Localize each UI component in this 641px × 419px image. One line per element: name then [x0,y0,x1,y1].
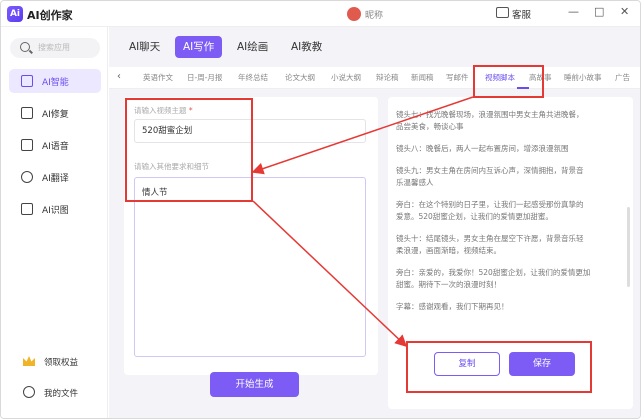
annotation-arrow [251,96,474,175]
annotation-overlay [251,96,474,348]
annotation-arrow [252,200,408,348]
app-window: Ai AI创作家 昵称 客服 — □ ✕ 搜索应用 AI智能 AI修复 AI语音… [0,0,641,419]
